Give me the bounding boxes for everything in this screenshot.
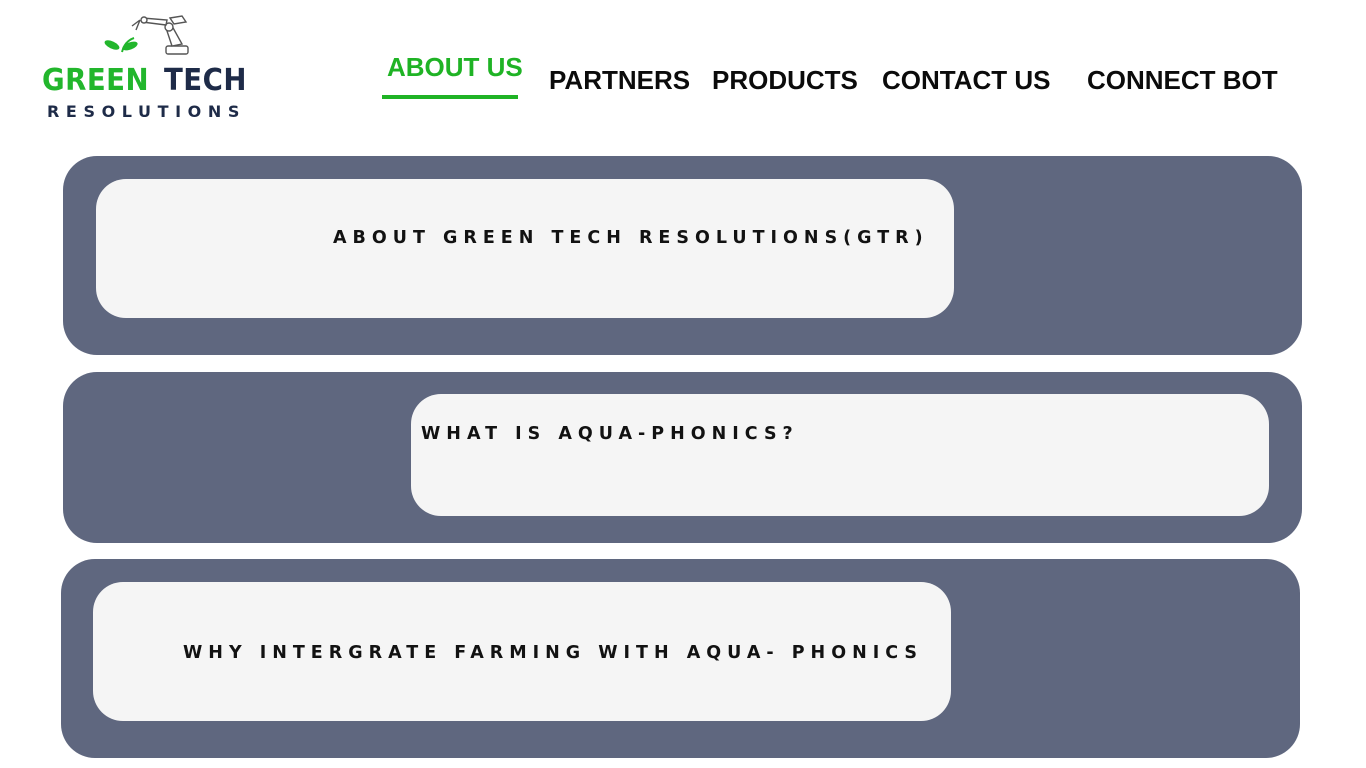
logo-word-green: GREEN: [42, 63, 150, 98]
nav-about-us[interactable]: ABOUT US: [387, 54, 523, 80]
section-aquaphonics-panel: WHAT IS AQUA-PHONICS?: [63, 372, 1302, 543]
section-why-integrate-title: WHY INTERGRATE FARMING WITH AQUA- PHONIC…: [183, 643, 923, 663]
brand-logo[interactable]: GREEN TECH RESOLUTIONS: [40, 14, 260, 120]
nav-connect-bot[interactable]: CONNECT BOT: [1087, 67, 1278, 93]
nav-contact-us[interactable]: CONTACT US: [882, 67, 1051, 93]
nav-active-underline: [382, 95, 518, 99]
section-why-integrate-panel: WHY INTERGRATE FARMING WITH AQUA- PHONIC…: [61, 559, 1300, 758]
section-about-title: ABOUT GREEN TECH RESOLUTIONS(GTR): [333, 228, 929, 248]
logo-subtitle: RESOLUTIONS: [47, 102, 246, 121]
section-aquaphonics-title: WHAT IS AQUA-PHONICS?: [421, 424, 799, 444]
section-about-panel: ABOUT GREEN TECH RESOLUTIONS(GTR): [63, 156, 1302, 355]
section-why-integrate-card[interactable]: WHY INTERGRATE FARMING WITH AQUA- PHONIC…: [93, 582, 951, 721]
nav-partners[interactable]: PARTNERS: [549, 67, 690, 93]
section-aquaphonics-card[interactable]: WHAT IS AQUA-PHONICS?: [411, 394, 1269, 516]
logo-word-dark: TECH: [164, 63, 247, 98]
nav-products[interactable]: PRODUCTS: [712, 67, 858, 93]
section-about-card[interactable]: ABOUT GREEN TECH RESOLUTIONS(GTR): [96, 179, 954, 318]
